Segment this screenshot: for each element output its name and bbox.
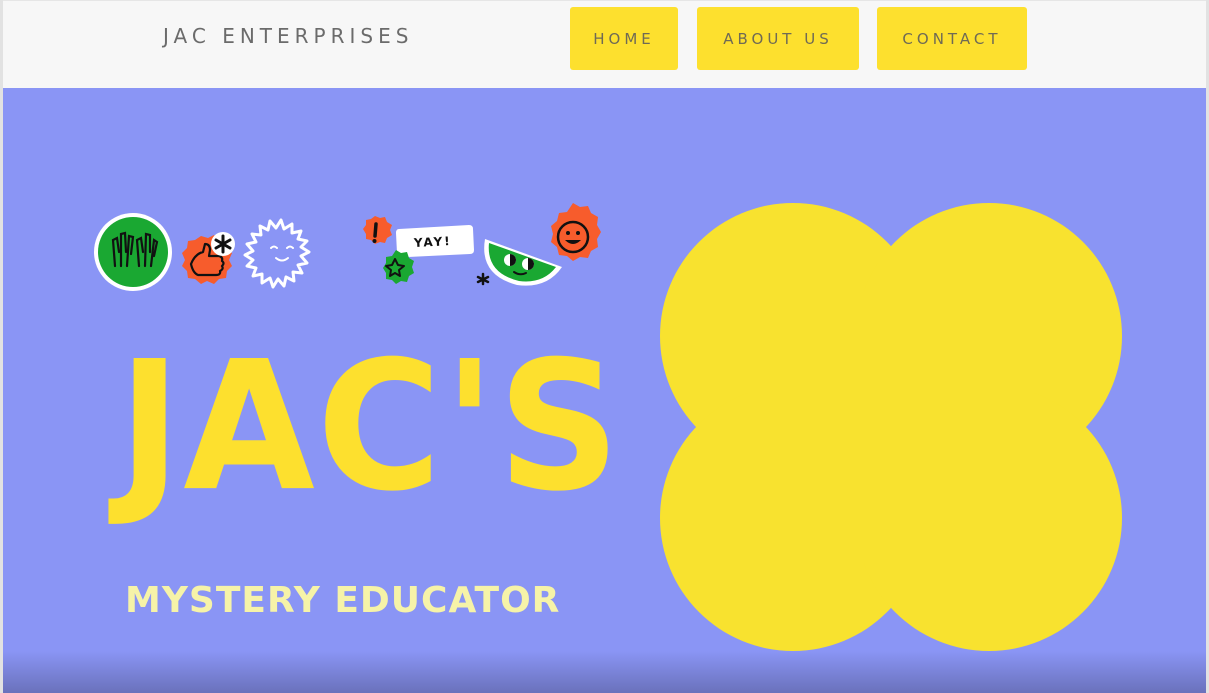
nav-contact-button[interactable]: CONTACT xyxy=(877,7,1027,70)
hero-section: YAY! JAC'S MYSTERY EDUCATOR xyxy=(3,88,1206,693)
site-brand[interactable]: JAC ENTERPRISES xyxy=(163,24,413,48)
nav-home-button[interactable]: HOME xyxy=(570,7,678,70)
clapping-hands-sticker xyxy=(94,213,172,291)
yay-text: YAY! xyxy=(413,234,453,250)
sticker-row: YAY! xyxy=(94,203,601,291)
site-header: JAC ENTERPRISES HOME ABOUT US CONTACT xyxy=(3,0,1206,88)
smiley-face-sticker xyxy=(551,203,601,261)
exclamation-sticker xyxy=(363,216,392,244)
half-moon-face-sticker xyxy=(476,239,562,286)
asterisk-sticker xyxy=(211,232,235,256)
hero-subtitle: MYSTERY EDUCATOR xyxy=(125,580,561,621)
sun-face-sticker xyxy=(243,218,311,289)
nav-about-us-button[interactable]: ABOUT US xyxy=(697,7,859,70)
yellow-flower-blob xyxy=(660,203,1122,651)
page: JAC ENTERPRISES HOME ABOUT US CONTACT YA… xyxy=(0,0,1209,693)
hero-title: JAC'S xyxy=(118,323,623,532)
hero-bottom-shade xyxy=(3,651,1206,693)
